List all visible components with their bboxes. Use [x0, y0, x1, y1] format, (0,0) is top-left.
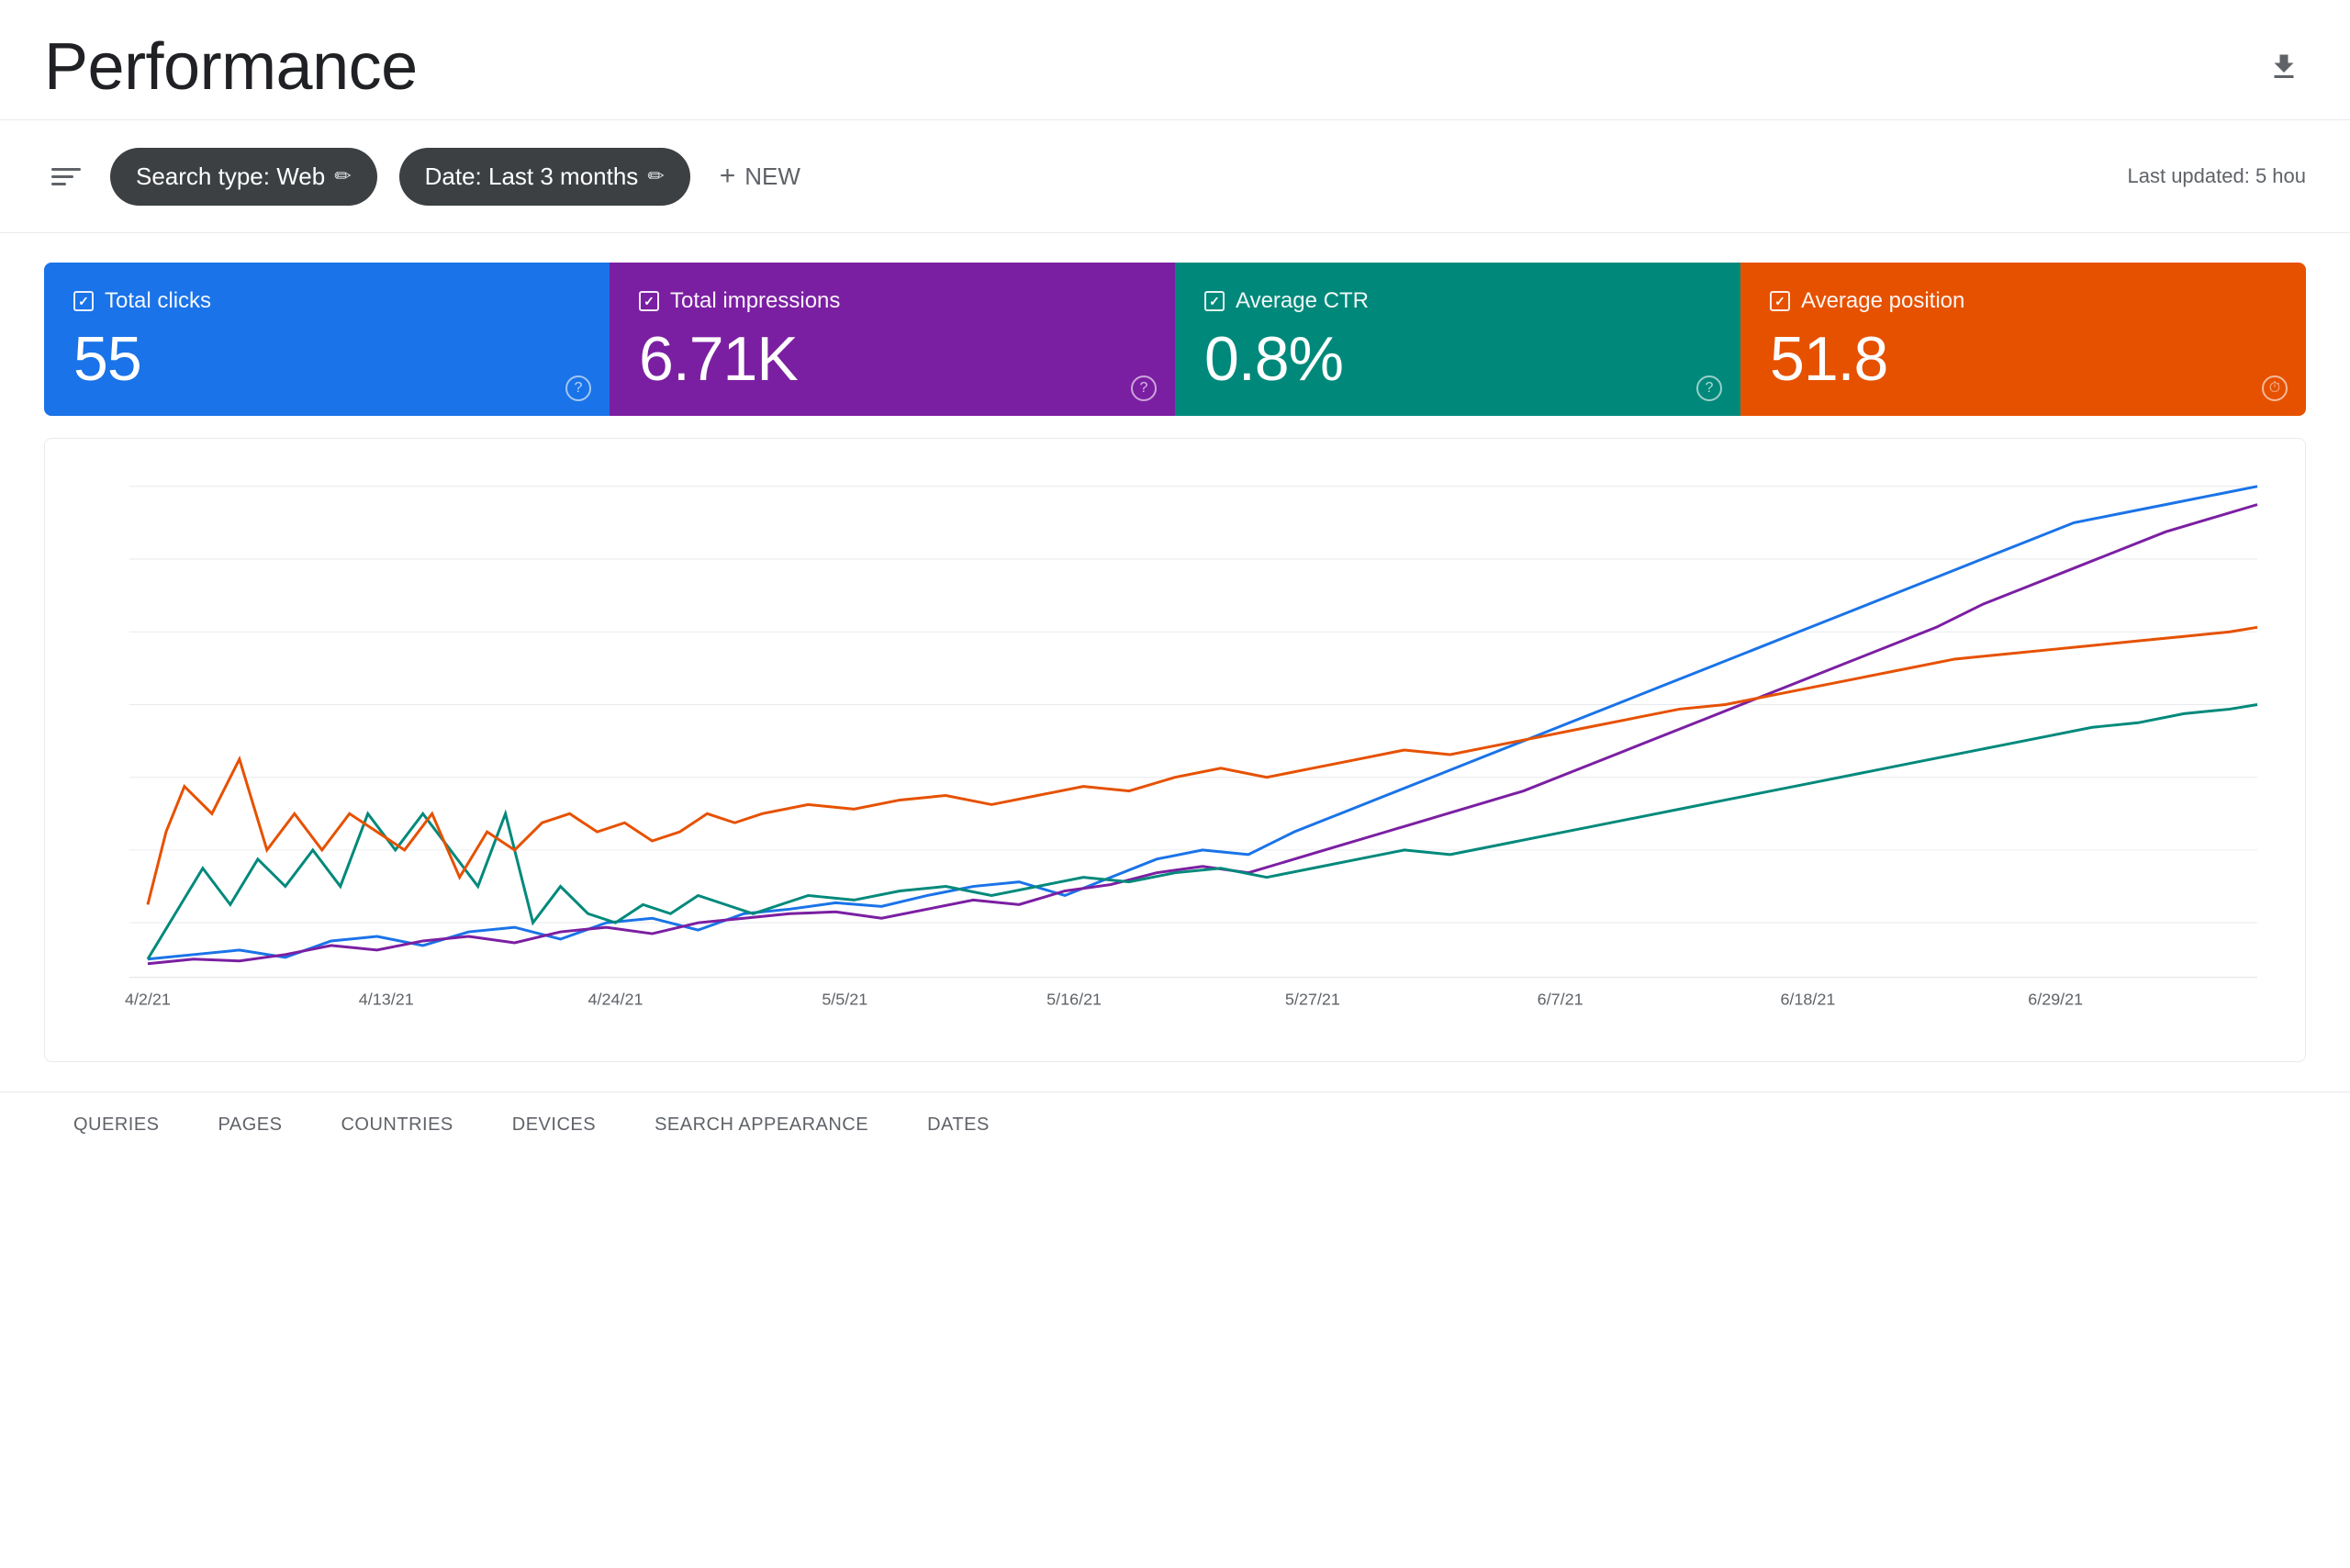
edit-icon: ✏ [334, 164, 351, 188]
svg-text:5/5/21: 5/5/21 [822, 990, 867, 1008]
chart-area: 4/2/21 4/13/21 4/24/21 5/5/21 5/16/21 5/… [44, 438, 2306, 1062]
metric-help-impressions[interactable]: ? [1131, 375, 1157, 401]
svg-text:6/7/21: 6/7/21 [1538, 990, 1583, 1008]
metric-value-impressions: 6.71K [639, 325, 1146, 394]
tab-devices[interactable]: DEVICES [483, 1092, 625, 1160]
page-title: Performance [44, 29, 418, 105]
metric-label-clicks: Total clicks [105, 288, 211, 314]
metric-header-impressions: Total impressions [639, 288, 1146, 314]
metric-value-clicks: 55 [73, 325, 580, 394]
date-label: Date: Last 3 months [425, 162, 639, 191]
metric-value-position: 51.8 [1770, 325, 2277, 394]
svg-text:6/29/21: 6/29/21 [2028, 990, 2083, 1008]
metric-header-clicks: Total clicks [73, 288, 580, 314]
metric-card-ctr[interactable]: Average CTR 0.8% ? [1175, 263, 1740, 416]
tabs-row: QUERIES PAGES COUNTRIES DEVICES SEARCH A… [0, 1092, 2350, 1160]
svg-text:5/27/21: 5/27/21 [1285, 990, 1340, 1008]
metric-label-position: Average position [1801, 288, 1964, 314]
metric-checkbox-position[interactable] [1770, 291, 1790, 311]
chart-svg: 4/2/21 4/13/21 4/24/21 5/5/21 5/16/21 5/… [74, 468, 2276, 1032]
download-icon[interactable] [2262, 45, 2306, 89]
metric-help-clicks[interactable]: ? [565, 375, 591, 401]
new-label: NEW [744, 162, 800, 191]
page-container: Performance Search type: Web ✏ Date: Las… [0, 0, 2350, 1568]
date-filter[interactable]: Date: Last 3 months ✏ [399, 148, 690, 206]
tab-countries[interactable]: COUNTRIES [311, 1092, 482, 1160]
last-updated: Last updated: 5 hou [2128, 164, 2307, 188]
metric-value-ctr: 0.8% [1204, 325, 1711, 394]
metric-checkbox-impressions[interactable] [639, 291, 659, 311]
metric-checkbox-ctr[interactable] [1204, 291, 1225, 311]
toolbar: Search type: Web ✏ Date: Last 3 months ✏… [0, 120, 2350, 233]
tab-dates[interactable]: DATES [898, 1092, 1019, 1160]
tab-search-appearance[interactable]: SEARCH APPEARANCE [625, 1092, 898, 1160]
metric-header-ctr: Average CTR [1204, 288, 1711, 314]
header-right [2262, 45, 2306, 89]
metric-help-position[interactable]: ⏱ [2262, 375, 2288, 401]
metric-card-clicks[interactable]: Total clicks 55 ? [44, 263, 610, 416]
svg-text:4/2/21: 4/2/21 [125, 990, 171, 1008]
date-edit-icon: ✏ [647, 164, 664, 188]
new-button[interactable]: + NEW [712, 146, 808, 207]
metric-card-position[interactable]: Average position 51.8 ⏱ [1740, 263, 2306, 416]
metrics-row: Total clicks 55 ? Total impressions 6.71… [44, 263, 2306, 416]
metric-card-impressions[interactable]: Total impressions 6.71K ? [610, 263, 1175, 416]
metric-label-impressions: Total impressions [670, 288, 840, 314]
metric-checkbox-clicks[interactable] [73, 291, 94, 311]
metric-help-ctr[interactable]: ? [1696, 375, 1722, 401]
search-type-label: Search type: Web [136, 162, 325, 191]
svg-text:5/16/21: 5/16/21 [1046, 990, 1102, 1008]
svg-text:4/13/21: 4/13/21 [359, 990, 414, 1008]
tab-queries[interactable]: QUERIES [44, 1092, 189, 1160]
svg-text:6/18/21: 6/18/21 [1780, 990, 1835, 1008]
svg-text:4/24/21: 4/24/21 [588, 990, 643, 1008]
metric-label-ctr: Average CTR [1236, 288, 1369, 314]
metric-header-position: Average position [1770, 288, 2277, 314]
filter-icon[interactable] [44, 161, 88, 193]
tab-pages[interactable]: PAGES [189, 1092, 312, 1160]
search-type-filter[interactable]: Search type: Web ✏ [110, 148, 377, 206]
header: Performance [0, 0, 2350, 120]
plus-icon: + [720, 161, 736, 192]
